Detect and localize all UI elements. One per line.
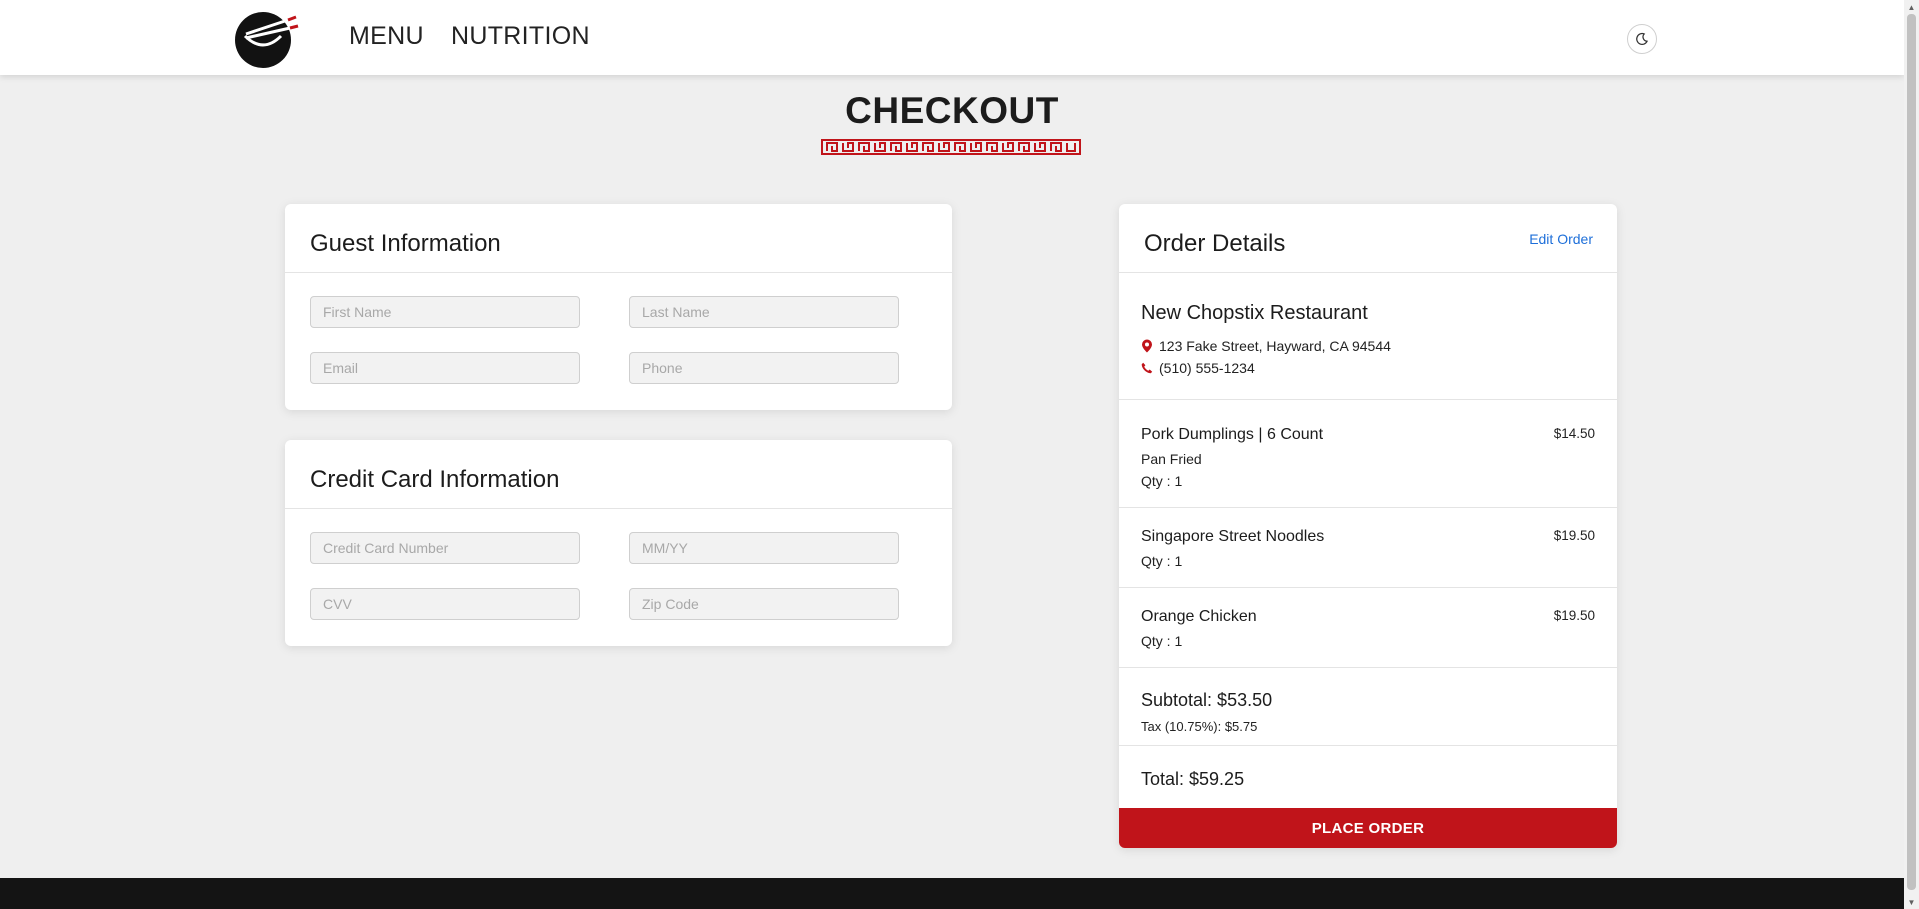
phone-icon: [1141, 362, 1153, 374]
first-name-input[interactable]: [310, 296, 580, 328]
order-details-title: Order Details: [1144, 230, 1286, 257]
card-header: Credit Card Information: [285, 440, 952, 509]
order-item-qty: Qty : 1: [1141, 553, 1183, 569]
card-header: Guest Information: [285, 204, 952, 273]
restaurant-phone-row: (510) 555-1234: [1141, 360, 1255, 376]
order-item: Orange Chicken $19.50 Qty : 1: [1119, 588, 1617, 668]
restaurant-address: 123 Fake Street, Hayward, CA 94544: [1159, 338, 1391, 354]
credit-card-information-title: Credit Card Information: [310, 466, 560, 493]
moon-icon: [1636, 32, 1649, 45]
order-total: Total: $59.25: [1141, 769, 1245, 789]
edit-order-link[interactable]: Edit Order: [1529, 231, 1593, 247]
expiry-input[interactable]: [629, 532, 899, 564]
order-tax: Tax (10.75%): $5.75: [1141, 719, 1258, 734]
page-scrollbar[interactable]: ▲ ▼: [1904, 0, 1919, 909]
decorative-pattern: [821, 139, 1081, 155]
zip-code-input[interactable]: [629, 588, 899, 620]
order-subtotal: Subtotal: $53.50: [1141, 690, 1273, 710]
order-item-price: $19.50: [1553, 608, 1595, 623]
map-pin-icon: [1142, 339, 1152, 353]
credit-card-number-input[interactable]: [310, 532, 580, 564]
scroll-down-arrow-icon[interactable]: ▼: [1904, 895, 1919, 909]
restaurant-address-row: 123 Fake Street, Hayward, CA 94544: [1141, 338, 1391, 354]
chopstix-logo-icon[interactable]: [232, 8, 302, 68]
guest-information-card: Guest Information: [285, 204, 952, 410]
order-item-qty: Qty : 1: [1141, 633, 1183, 649]
order-item-name: Orange Chicken: [1141, 608, 1257, 625]
order-item: Pork Dumplings | 6 Count $14.50 Pan Frie…: [1119, 400, 1617, 508]
page-title: CHECKOUT: [845, 90, 1059, 131]
place-order-button[interactable]: PLACE ORDER: [1119, 808, 1617, 848]
restaurant-phone: (510) 555-1234: [1159, 360, 1255, 376]
nav-menu-link[interactable]: MENU: [349, 22, 424, 51]
guest-information-title: Guest Information: [310, 230, 501, 257]
restaurant-info: New Chopstix Restaurant 123 Fake Street,…: [1119, 274, 1617, 400]
order-item-price: $14.50: [1553, 426, 1595, 441]
order-details-card: Order Details Edit Order New Chopstix Re…: [1119, 204, 1617, 848]
restaurant-name: New Chopstix Restaurant: [1141, 302, 1368, 324]
order-item: Singapore Street Noodles $19.50 Qty : 1: [1119, 508, 1617, 588]
page-footer: [0, 878, 1904, 909]
scroll-up-arrow-icon[interactable]: ▲: [1904, 0, 1919, 14]
cvv-input[interactable]: [310, 588, 580, 620]
phone-input[interactable]: [629, 352, 899, 384]
order-subtotal-section: Subtotal: $53.50 Tax (10.75%): $5.75: [1119, 668, 1617, 746]
last-name-input[interactable]: [629, 296, 899, 328]
theme-toggle-button[interactable]: [1627, 24, 1657, 54]
email-input[interactable]: [310, 352, 580, 384]
order-item-option: Pan Fried: [1141, 451, 1202, 467]
order-item-name: Pork Dumplings | 6 Count: [1141, 426, 1324, 443]
nav-nutrition-link[interactable]: NUTRITION: [451, 22, 590, 51]
order-item-qty: Qty : 1: [1141, 473, 1183, 489]
credit-card-information-card: Credit Card Information: [285, 440, 952, 646]
scrollbar-thumb[interactable]: [1907, 14, 1916, 890]
order-item-price: $19.50: [1553, 528, 1595, 543]
order-item-name: Singapore Street Noodles: [1141, 528, 1325, 545]
top-navbar: MENU NUTRITION: [0, 0, 1904, 75]
card-header: Order Details Edit Order: [1119, 204, 1617, 273]
